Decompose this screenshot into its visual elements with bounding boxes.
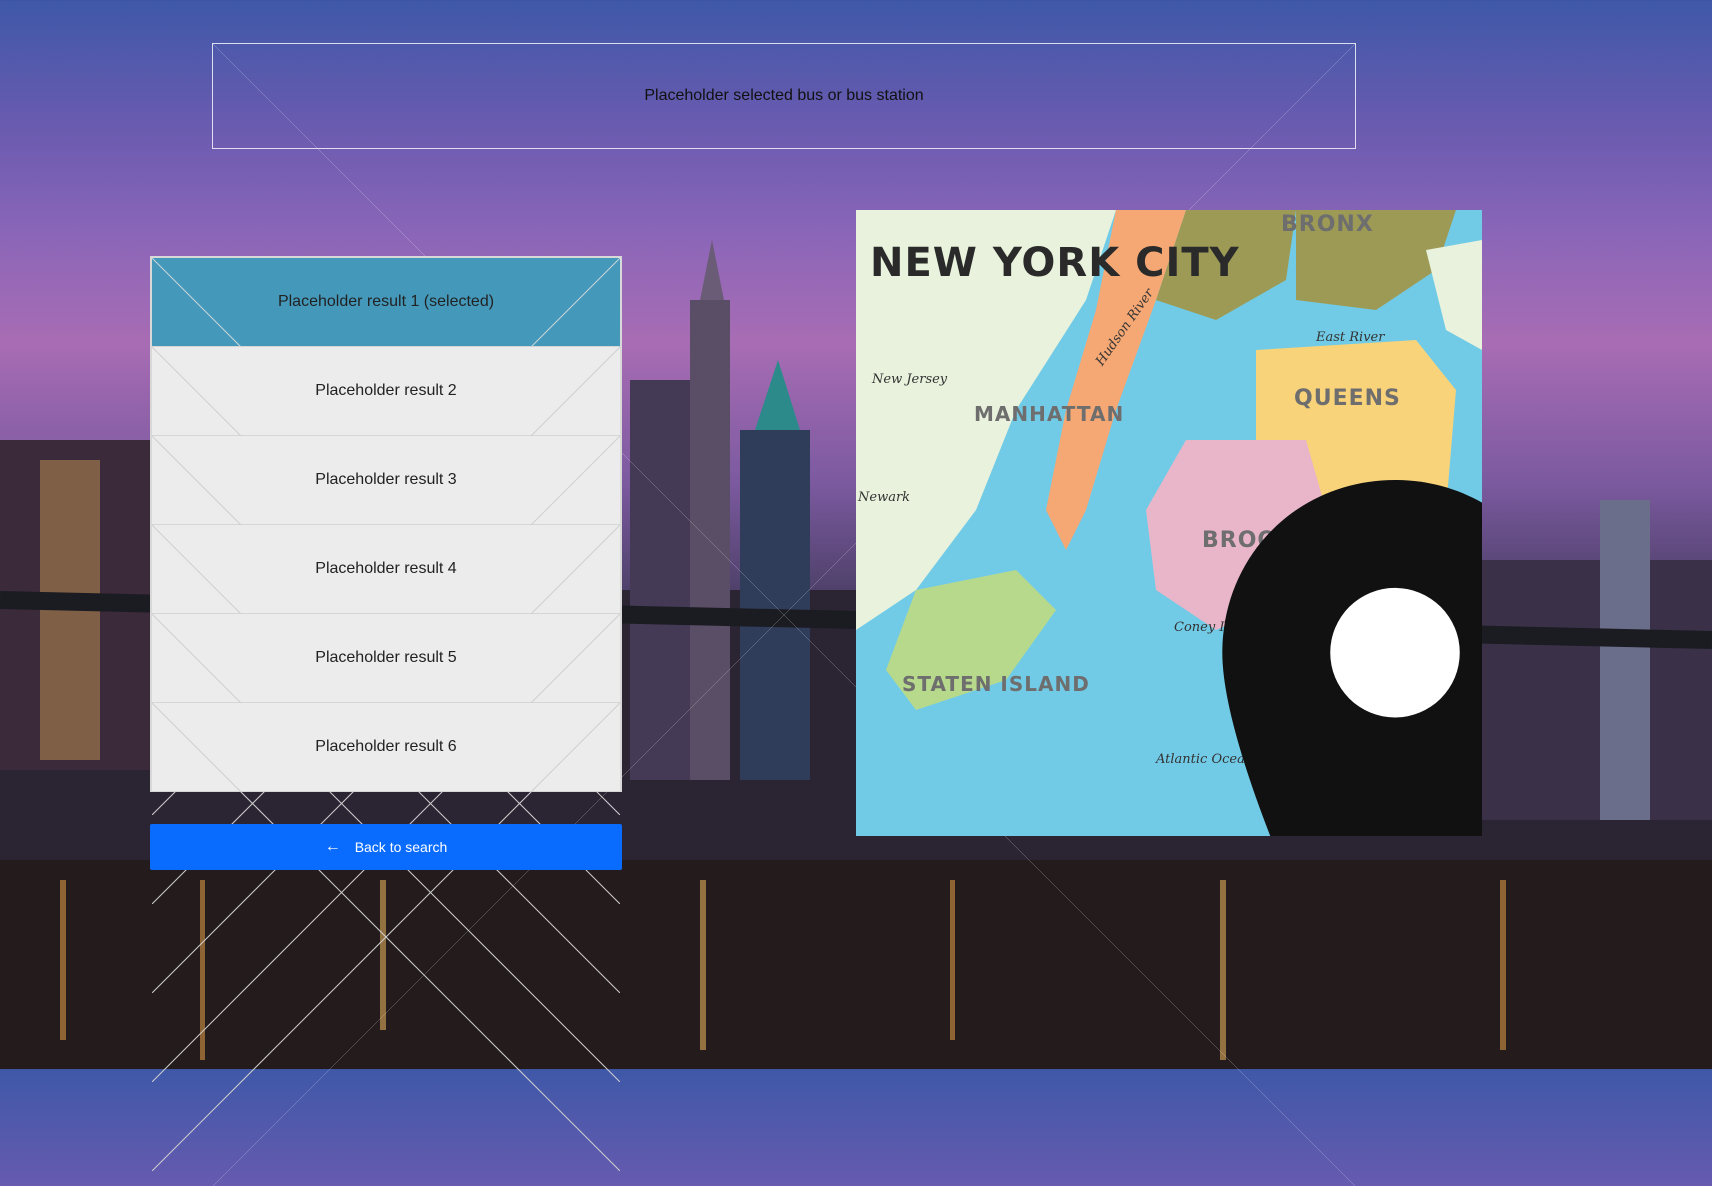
map-title: NEW YORK CITY (870, 240, 1240, 286)
borough-queens: QUEENS (1294, 386, 1401, 411)
label-new-jersey: New Jersey (872, 372, 948, 387)
selected-station-banner: Placeholder selected bus or bus station (212, 43, 1356, 149)
label-newark: Newark (858, 490, 911, 505)
result-label: Placeholder result 2 (315, 382, 457, 399)
selected-station-label: Placeholder selected bus or bus station (644, 87, 924, 104)
back-to-search-button[interactable]: ← Back to search (150, 824, 622, 870)
borough-bronx: BRONX (1281, 212, 1374, 237)
back-to-search-label: Back to search (354, 839, 448, 855)
arrow-left-icon: ← (324, 838, 341, 855)
map-pin-icon[interactable] (1082, 480, 1482, 836)
borough-staten-island: STATEN ISLAND (902, 672, 1090, 696)
label-east-river: East River (1316, 330, 1385, 345)
result-label: Placeholder result 5 (315, 649, 457, 666)
placeholder-cross (152, 703, 620, 1171)
result-label: Placeholder result 1 (selected) (277, 293, 495, 310)
nyc-map[interactable]: NEW YORK CITY BRONX MANHATTAN QUEENS BRO… (856, 210, 1482, 836)
borough-manhattan: MANHATTAN (974, 402, 1125, 426)
result-item-1[interactable]: Placeholder result 1 (selected) (152, 258, 620, 347)
result-label: Placeholder result 6 (315, 738, 457, 755)
results-list: Placeholder result 1 (selected) Placehol… (150, 256, 622, 792)
result-item-6[interactable]: Placeholder result 6 (152, 703, 620, 792)
result-label: Placeholder result 3 (315, 471, 457, 488)
result-label: Placeholder result 4 (315, 560, 457, 577)
result-item-3[interactable]: Placeholder result 3 (152, 436, 620, 525)
result-item-5[interactable]: Placeholder result 5 (152, 614, 620, 703)
result-item-4[interactable]: Placeholder result 4 (152, 525, 620, 614)
result-item-2[interactable]: Placeholder result 2 (152, 347, 620, 436)
